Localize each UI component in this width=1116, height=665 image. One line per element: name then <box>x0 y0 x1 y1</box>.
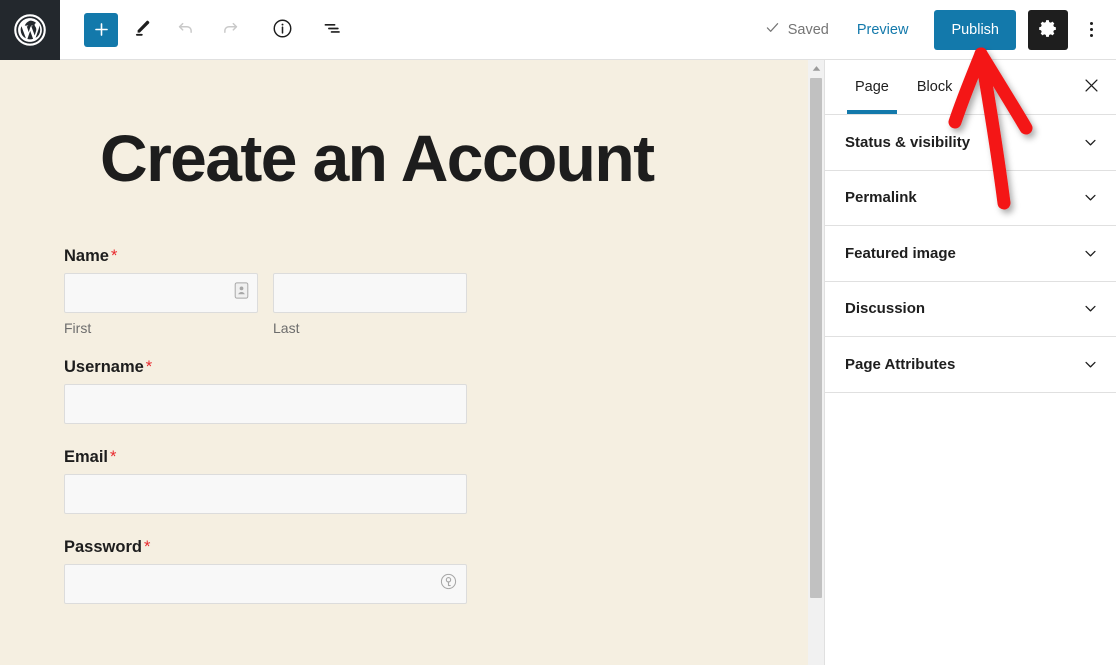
panel-status-and-visibility[interactable]: Status & visibility <box>825 115 1116 171</box>
tab-page[interactable]: Page <box>841 60 903 114</box>
field-label-text: Username <box>64 358 144 377</box>
panel-title: Status & visibility <box>845 133 971 151</box>
form-field-email: Email * <box>64 448 808 515</box>
publish-button[interactable]: Publish <box>934 9 1016 50</box>
field-label-email: Email * <box>64 448 808 467</box>
email-input[interactable] <box>64 474 467 515</box>
list-view-button[interactable] <box>312 12 352 48</box>
settings-button[interactable] <box>1028 9 1068 50</box>
name-inputs-row: First Last <box>64 273 808 336</box>
chevron-down-icon <box>1081 133 1100 152</box>
first-name-input[interactable] <box>64 273 258 314</box>
more-options-button[interactable] <box>1074 10 1108 50</box>
required-asterisk: * <box>110 247 118 266</box>
panel-title: Page Attributes <box>845 355 956 373</box>
panel-title: Permalink <box>845 189 917 207</box>
last-name-input[interactable] <box>273 273 467 314</box>
edit-tools-button[interactable] <box>122 12 162 48</box>
info-circle-icon <box>271 17 294 43</box>
chevron-down-icon <box>1081 244 1100 263</box>
required-asterisk: * <box>145 358 153 377</box>
close-x-icon <box>1083 77 1100 97</box>
list-view-icon <box>321 17 344 43</box>
sidebar-tabs: Page Block <box>825 60 1116 115</box>
wordpress-logo-button[interactable] <box>0 0 60 60</box>
saved-label: Saved <box>787 21 829 38</box>
chevron-down-icon <box>1081 188 1100 207</box>
field-label-text: Name <box>64 247 109 266</box>
pencil-icon <box>131 17 153 42</box>
add-block-button[interactable] <box>84 12 118 47</box>
panel-page-attributes[interactable]: Page Attributes <box>825 337 1116 393</box>
redo-arrow-icon <box>219 17 241 42</box>
gear-icon <box>1038 18 1059 42</box>
panel-featured-image[interactable]: Featured image <box>825 226 1116 282</box>
field-label-text: Email <box>64 448 109 467</box>
field-label-password: Password * <box>64 538 808 557</box>
scrollbar-thumb[interactable] <box>810 78 822 598</box>
three-dots-vertical-icon <box>1089 22 1093 37</box>
panel-discussion[interactable]: Discussion <box>825 282 1116 337</box>
required-asterisk: * <box>143 538 151 557</box>
form-field-username: Username * <box>64 358 808 425</box>
redo-button[interactable] <box>210 12 250 48</box>
name-first-column: First <box>64 273 258 336</box>
chevron-down-icon <box>1081 355 1100 374</box>
form-field-name: Name * First Last <box>64 247 808 336</box>
saved-status: Saved <box>764 19 829 40</box>
checkmark-icon <box>764 19 781 40</box>
registration-form-block: Name * First Last Username * Email * Pas… <box>0 193 808 605</box>
form-field-password: Password * <box>64 538 808 605</box>
editor-toolbar: Saved Preview Publish <box>0 0 1116 60</box>
password-input[interactable] <box>64 564 467 605</box>
panel-title: Discussion <box>845 300 926 318</box>
toolbar-right-group: Saved Preview Publish <box>764 9 1116 50</box>
name-last-column: Last <box>273 273 467 336</box>
details-button[interactable] <box>262 12 302 48</box>
wordpress-block-editor: Saved Preview Publish Create an Account … <box>0 0 1116 665</box>
username-input[interactable] <box>64 384 467 425</box>
scroll-up-arrow-icon[interactable] <box>808 60 824 76</box>
undo-arrow-icon <box>175 17 197 42</box>
chevron-down-icon <box>1081 299 1100 318</box>
close-sidebar-button[interactable] <box>1070 66 1112 108</box>
field-label-username: Username * <box>64 358 808 377</box>
last-name-sublabel: Last <box>273 320 300 337</box>
undo-button[interactable] <box>166 12 206 48</box>
panel-title: Featured image <box>845 244 956 262</box>
required-asterisk: * <box>110 448 117 467</box>
page-title[interactable]: Create an Account <box>0 60 808 193</box>
panel-permalink[interactable]: Permalink <box>825 171 1116 226</box>
editor-scrollbar[interactable] <box>808 60 824 665</box>
toolbar-left-group <box>60 12 352 48</box>
preview-link[interactable]: Preview <box>857 22 909 38</box>
tab-block[interactable]: Block <box>903 60 966 114</box>
field-label-text: Password <box>64 538 142 557</box>
contact-card-autofill-icon[interactable] <box>234 282 249 305</box>
editor-canvas[interactable]: Create an Account Name * First Last User… <box>0 60 808 665</box>
field-label-name: Name * <box>64 247 808 266</box>
settings-sidebar: Page Block Status & visibility Permalink <box>824 60 1116 665</box>
first-name-sublabel: First <box>64 320 92 337</box>
password-key-icon[interactable] <box>439 572 458 596</box>
wordpress-logo-icon <box>13 13 47 47</box>
